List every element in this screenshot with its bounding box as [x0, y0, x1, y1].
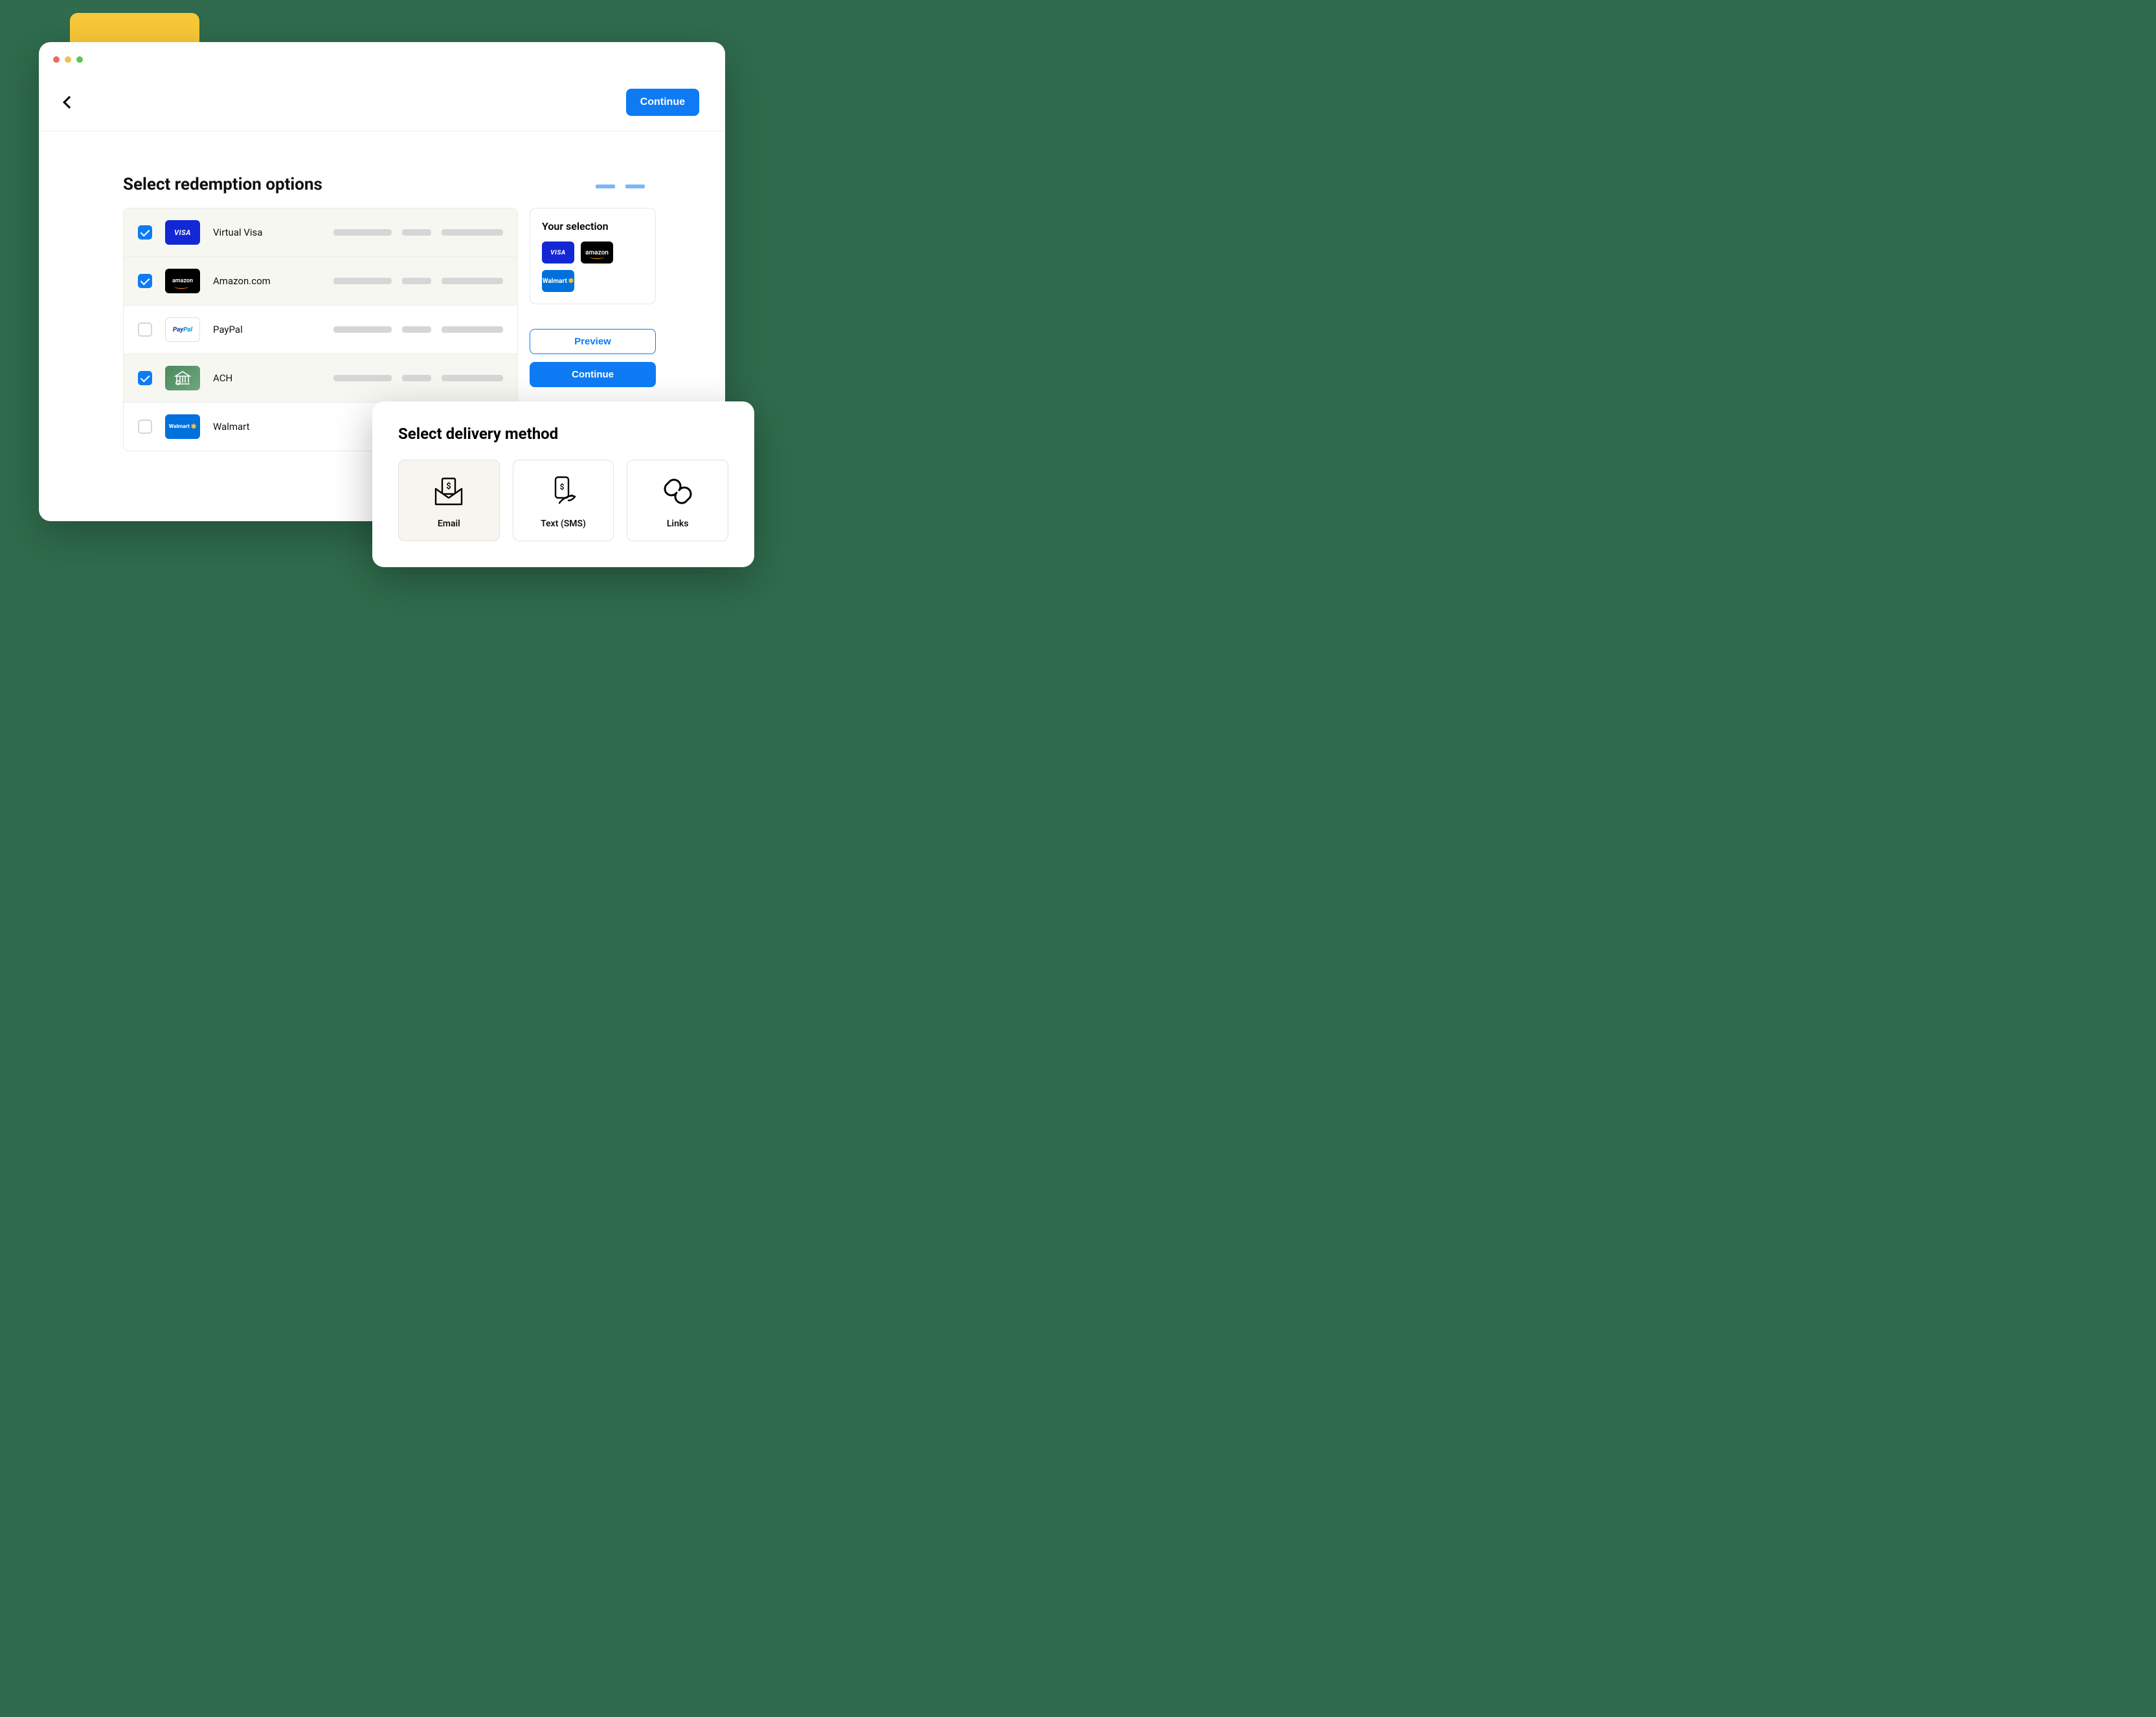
svg-text:$: $ [560, 482, 565, 491]
walmart-icon: Walmart [165, 414, 200, 439]
delivery-method-card: Select delivery method $ Email $ Text (S… [372, 401, 754, 567]
option-row-visa[interactable]: VISA Virtual Visa [124, 208, 517, 257]
amazon-icon: amazon [165, 269, 200, 293]
detail-skeleton [297, 229, 503, 236]
delivery-option-links[interactable]: Links [627, 460, 728, 541]
traffic-lights [53, 56, 83, 63]
continue-button-side[interactable]: Continue [530, 362, 656, 387]
delivery-options: $ Email $ Text (SMS) Links [398, 460, 728, 541]
email-icon: $ [429, 475, 468, 508]
window-close-icon[interactable] [53, 56, 60, 63]
delivery-label: Links [667, 519, 689, 529]
option-label: Walmart [213, 421, 284, 432]
detail-skeleton [297, 375, 503, 381]
paypal-icon: PayPal [165, 317, 200, 342]
option-label: Amazon.com [213, 275, 284, 287]
window-minimize-icon[interactable] [65, 56, 71, 63]
amazon-icon: amazon [581, 241, 613, 264]
detail-skeleton [297, 278, 503, 284]
page-header: Continue [39, 73, 725, 131]
option-label: Virtual Visa [213, 227, 284, 238]
delivery-option-sms[interactable]: $ Text (SMS) [513, 460, 614, 541]
checkbox[interactable] [138, 371, 152, 385]
walmart-icon: Walmart [542, 270, 574, 292]
action-buttons: Preview Continue [530, 329, 656, 387]
detail-skeleton [297, 326, 503, 333]
progress-indicator [596, 185, 645, 188]
option-row-ach[interactable]: $ ACH [124, 354, 517, 403]
ach-icon: $ [165, 366, 200, 390]
delivery-label: Text (SMS) [541, 519, 586, 529]
delivery-option-email[interactable]: $ Email [398, 460, 500, 541]
back-button[interactable] [63, 96, 76, 109]
checkbox[interactable] [138, 225, 152, 240]
visa-icon: VISA [165, 220, 200, 245]
selection-title: Your selection [542, 220, 644, 232]
visa-icon: VISA [542, 241, 574, 264]
svg-text:$: $ [447, 482, 451, 491]
link-icon [658, 475, 697, 508]
window-zoom-icon[interactable] [76, 56, 83, 63]
page-title: Select redemption options [123, 175, 322, 194]
preview-button[interactable]: Preview [530, 329, 656, 354]
checkbox[interactable] [138, 274, 152, 288]
delivery-title: Select delivery method [398, 425, 728, 443]
checkbox[interactable] [138, 322, 152, 337]
option-label: PayPal [213, 324, 284, 335]
selection-badges: VISA amazon Walmart [542, 241, 644, 292]
option-row-amazon[interactable]: amazon Amazon.com [124, 257, 517, 306]
your-selection-card: Your selection VISA amazon Walmart [530, 208, 656, 304]
option-label: ACH [213, 372, 284, 384]
progress-tick [625, 185, 645, 188]
sms-icon: $ [544, 475, 583, 508]
option-row-paypal[interactable]: PayPal PayPal [124, 306, 517, 354]
progress-tick [596, 185, 615, 188]
checkbox[interactable] [138, 420, 152, 434]
delivery-label: Email [438, 519, 460, 529]
continue-button-top[interactable]: Continue [626, 89, 699, 116]
